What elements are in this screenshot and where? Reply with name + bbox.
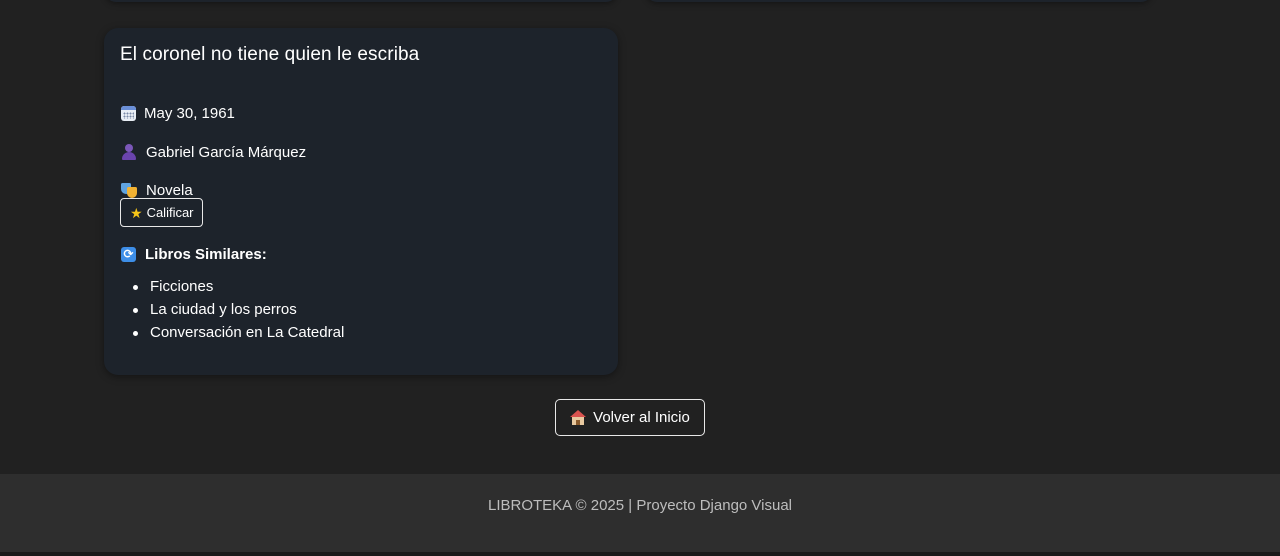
book-author-row: Gabriel García Márquez: [121, 144, 306, 161]
book-genre: Novela: [146, 182, 193, 199]
similar-books-list: Ficciones La ciudad y los perros Convers…: [133, 275, 344, 344]
star-icon: ★: [130, 204, 143, 221]
repeat-icon: ⟳: [121, 247, 136, 262]
similar-book-item: Conversación en La Catedral: [133, 321, 344, 344]
book-author: Gabriel García Márquez: [146, 144, 307, 161]
book-card: El coronel no tiene quien le escriba May…: [104, 28, 618, 375]
masks-icon: [121, 182, 138, 199]
book-date-row: May 30, 1961: [121, 105, 235, 122]
footer: LIBROTEKA © 2025 | Proyecto Django Visua…: [0, 474, 1280, 552]
bottom-strip: [0, 552, 1280, 556]
similar-books-heading: ⟳ Libros Similares:: [121, 246, 267, 263]
book-genre-row: Novela: [121, 182, 193, 199]
rate-button-label: Calificar: [146, 205, 194, 220]
house-icon: [570, 410, 587, 425]
similar-book-item: Ficciones: [133, 275, 344, 298]
similar-book-item: La ciudad y los perros: [133, 298, 344, 321]
home-button-label: Volver al Inicio: [593, 409, 690, 426]
book-date: May 30, 1961: [144, 105, 235, 122]
calendar-icon: [121, 106, 136, 121]
book-title: El coronel no tiene quien le escriba: [120, 44, 420, 65]
footer-text: LIBROTEKA © 2025 | Proyecto Django Visua…: [488, 496, 792, 514]
book-card-previous-right: [646, 0, 1152, 2]
similar-books-heading-label: Libros Similares:: [145, 246, 267, 263]
home-button[interactable]: Volver al Inicio: [555, 399, 705, 436]
page: El coronel no tiene quien le escriba May…: [0, 0, 1280, 556]
person-icon: [121, 144, 138, 161]
book-card-previous-left: [105, 0, 617, 2]
rate-button[interactable]: ★ Calificar: [120, 198, 203, 227]
